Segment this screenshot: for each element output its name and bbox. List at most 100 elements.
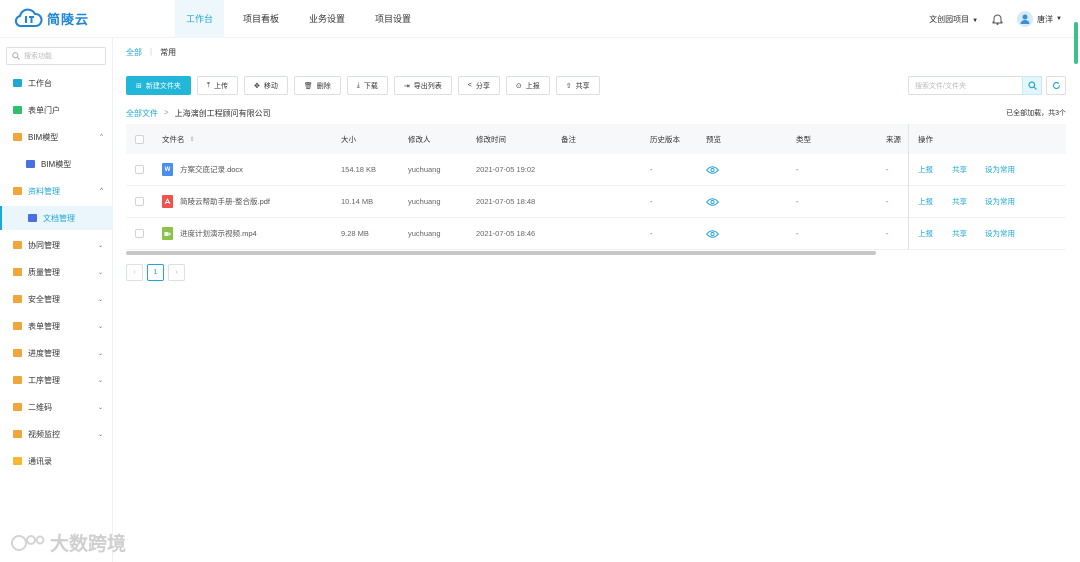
sidebar-item-form-portal[interactable]: 表单门户 xyxy=(0,98,113,122)
sidebar-item-progress[interactable]: 进度管理 ⌄ xyxy=(0,341,113,365)
prev-page-button[interactable]: ‹ xyxy=(126,264,143,281)
op-report-link[interactable]: 上报 xyxy=(918,186,933,217)
download-button[interactable]: ⤓ 下载 xyxy=(346,76,388,95)
row-checkbox[interactable] xyxy=(135,229,144,238)
file-source: - xyxy=(886,197,889,206)
sidebar-item-video[interactable]: 视频监控 ⌄ xyxy=(0,422,113,446)
eye-icon xyxy=(706,165,719,174)
pdf-file-icon xyxy=(162,195,173,208)
sidebar-item-contacts[interactable]: 通讯录 xyxy=(0,449,113,473)
workbench-icon xyxy=(13,79,22,87)
file-search-input[interactable]: 搜索文件/文件夹 xyxy=(908,76,1022,95)
button-label: 上报 xyxy=(525,82,540,90)
file-name[interactable]: 简陵云帮助手册-整合版.pdf xyxy=(180,196,270,207)
sidebar-item-label: 表单管理 xyxy=(28,321,60,331)
export-list-button[interactable]: ⇥ 导出列表 xyxy=(393,76,452,95)
sidebar-item-safety[interactable]: 安全管理 ⌄ xyxy=(0,287,113,311)
folder-path: 全部文件 > 上海漓创工程顾问有限公司 xyxy=(126,108,271,119)
nav-tab-project-board[interactable]: 项目看板 xyxy=(232,0,290,38)
file-time: 2021-07-05 18:48 xyxy=(476,197,536,206)
link-label: 上报 xyxy=(918,229,933,238)
chevron-down-icon: ⌄ xyxy=(97,323,103,330)
table-row[interactable]: 进度计划演示视频.mp4 9.28 MB yuchuang 2021-07-05… xyxy=(126,218,1066,250)
op-share-link[interactable]: 共享 xyxy=(952,218,967,249)
share2-button[interactable]: ⇧ 共享 xyxy=(555,76,600,95)
cloud-logo-icon xyxy=(14,8,43,28)
preview-button[interactable] xyxy=(706,186,719,217)
search-placeholder: 搜索功能 xyxy=(24,53,52,60)
button-label: 上传 xyxy=(213,82,228,90)
row-checkbox[interactable] xyxy=(135,197,144,206)
caret-down-icon: ▼ xyxy=(1056,16,1062,22)
chevron-down-icon: ⌄ xyxy=(97,431,103,438)
sidebar-item-process[interactable]: 工序管理 ⌄ xyxy=(0,368,113,392)
op-share-link[interactable]: 共享 xyxy=(952,186,967,217)
sidebar-item-bim-model[interactable]: BIM模型 xyxy=(0,152,113,176)
path-root[interactable]: 全部文件 xyxy=(126,108,158,119)
next-page-button[interactable]: › xyxy=(168,264,185,281)
nav-tab-project-settings[interactable]: 项目设置 xyxy=(364,0,422,38)
table-horizontal-scrollbar[interactable] xyxy=(126,251,876,255)
refresh-button[interactable] xyxy=(1046,76,1066,95)
op-report-link[interactable]: 上报 xyxy=(918,218,933,249)
breadcrumb-all[interactable]: 全部 xyxy=(126,47,142,58)
header-name[interactable]: 文件名 ⇕ xyxy=(162,124,195,154)
op-share-link[interactable]: 共享 xyxy=(952,154,967,185)
search-button[interactable] xyxy=(1022,76,1042,95)
breadcrumb-current: 常用 xyxy=(160,48,177,57)
preview-button[interactable] xyxy=(706,154,719,185)
report-button[interactable]: ⊙ 上报 xyxy=(505,76,550,95)
page-scrollbar[interactable] xyxy=(1074,22,1078,64)
sidebar-item-label: 视频监控 xyxy=(28,429,60,439)
move-button[interactable]: ✥ 移动 xyxy=(243,76,288,95)
upload-button[interactable]: ⤒ 上传 xyxy=(196,76,238,95)
sidebar-item-qrcode[interactable]: 二维码 ⌄ xyxy=(0,395,113,419)
chevron-down-icon: ⌄ xyxy=(97,350,103,357)
file-name[interactable]: 方案交底记录.docx xyxy=(180,164,243,175)
sidebar-item-form-management[interactable]: 表单管理 ⌄ xyxy=(0,314,113,338)
table-row[interactable]: W 方案交底记录.docx 154.18 KB yuchuang 2021-07… xyxy=(126,154,1066,186)
sidebar-item-workbench[interactable]: 工作台 xyxy=(0,71,113,95)
sidebar-item-label: 工序管理 xyxy=(28,375,60,385)
new-folder-button[interactable]: ⊞ 新建文件夹 xyxy=(126,76,191,95)
sidebar-item-quality[interactable]: 质量管理 ⌄ xyxy=(0,260,113,284)
file-name[interactable]: 进度计划演示视频.mp4 xyxy=(180,228,257,239)
sidebar-item-data-management[interactable]: 资料管理 ^ xyxy=(0,179,113,203)
page-number-button[interactable]: 1 xyxy=(147,264,164,281)
file-toolbar: ⊞ 新建文件夹 ⤒ 上传 ✥ 移动 🗑 删除 ⤓ 下载 ⇥ 导出列表 < 分享 ⊙ 上报 ⇧ 共享 xyxy=(126,76,600,95)
op-set-common-link[interactable]: 设为常用 xyxy=(985,218,1015,249)
sidebar-item-bim[interactable]: BIM模型 ^ xyxy=(0,125,113,149)
op-set-common-link[interactable]: 设为常用 xyxy=(985,154,1015,185)
op-set-common-link[interactable]: 设为常用 xyxy=(985,186,1015,217)
project-selector[interactable]: 文创园项目 ▼ xyxy=(929,14,978,25)
row-checkbox[interactable] xyxy=(135,165,144,174)
button-label: 移动 xyxy=(263,82,278,90)
refresh-icon xyxy=(1052,81,1060,89)
trash-icon: 🗑 xyxy=(303,82,313,90)
sidebar-item-collaboration[interactable]: 协同管理 ⌄ xyxy=(0,233,113,257)
folder-icon xyxy=(13,268,22,276)
eye-icon xyxy=(706,197,719,206)
nav-tab-business-settings[interactable]: 业务设置 xyxy=(298,0,356,38)
avatar xyxy=(1017,11,1034,27)
sidebar-item-document-management[interactable]: 文档管理 xyxy=(0,206,113,230)
table-row[interactable]: 简陵云帮助手册-整合版.pdf 10.14 MB yuchuang 2021-0… xyxy=(126,186,1066,218)
file-size: 154.18 KB xyxy=(341,165,377,174)
folder-icon xyxy=(13,403,22,411)
preview-button[interactable] xyxy=(706,218,719,249)
brand-logo[interactable]: 简陵云 xyxy=(14,7,89,29)
path-folder: 上海漓创工程顾问有限公司 xyxy=(174,109,271,118)
header-time: 修改时间 xyxy=(476,134,506,144)
sidebar-item-label: 表单门户 xyxy=(28,105,60,115)
sidebar-item-label: 二维码 xyxy=(28,402,52,412)
op-report-link[interactable]: 上报 xyxy=(918,154,933,185)
nav-tab-workbench[interactable]: 工作台 xyxy=(175,0,225,38)
select-all-checkbox[interactable] xyxy=(135,134,144,144)
share-button[interactable]: < 分享 xyxy=(457,76,500,95)
delete-button[interactable]: 🗑 删除 xyxy=(293,76,341,95)
function-search-input[interactable]: 搜索功能 xyxy=(6,47,106,65)
contacts-icon xyxy=(13,457,22,465)
bell-icon[interactable] xyxy=(992,13,1003,25)
header-size: 大小 xyxy=(341,134,356,144)
user-menu[interactable]: 唐洋 ▼ xyxy=(1017,11,1062,27)
